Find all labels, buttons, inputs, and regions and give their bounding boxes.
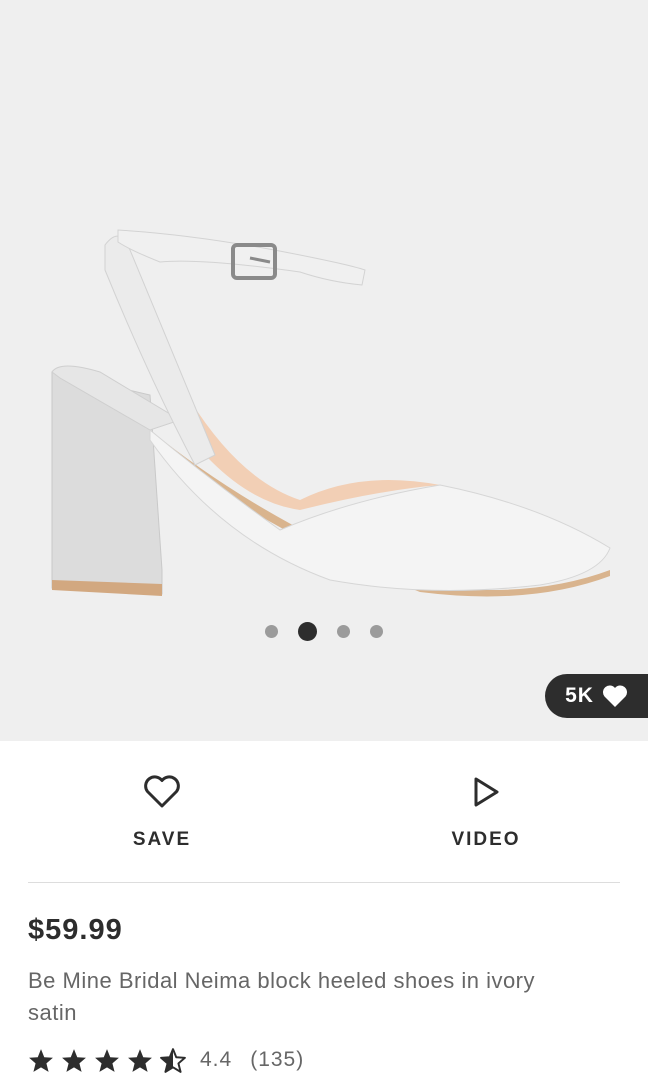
save-button[interactable]: SAVE [0,741,324,881]
star-filled-icon [128,1048,152,1072]
rating-value: 4.4 [200,1048,233,1071]
play-outline-icon [474,777,499,807]
product-image-gallery[interactable]: 5K [0,0,648,741]
save-label: SAVE [132,829,192,850]
product-price: $59.99 [28,914,123,946]
carousel-indicators[interactable] [0,622,648,641]
heart-filled-icon [602,685,627,707]
rating-count[interactable]: (135) [250,1048,304,1072]
carousel-dot[interactable] [265,625,278,638]
product-rating[interactable]: 4.4 (135) [28,1044,304,1076]
product-title: Be Mine Bridal Neima block heeled shoes … [28,968,536,1025]
star-half-icon [160,1047,186,1073]
carousel-dot[interactable] [337,625,350,638]
star-filled-icon [62,1048,86,1072]
video-button[interactable]: VIDEO [324,741,648,881]
product-actions: SAVE VIDEO [0,741,648,881]
carousel-dot[interactable] [370,625,383,638]
carousel-dot-active[interactable] [298,622,317,641]
likes-badge[interactable]: 5K [545,674,648,718]
star-filled-icon [29,1048,53,1072]
likes-count: 5K [565,684,594,707]
divider [28,882,620,883]
video-label: VIDEO [451,829,521,850]
rating-stars [28,1047,186,1073]
star-filled-icon [95,1048,119,1072]
heart-outline-icon [144,775,180,808]
